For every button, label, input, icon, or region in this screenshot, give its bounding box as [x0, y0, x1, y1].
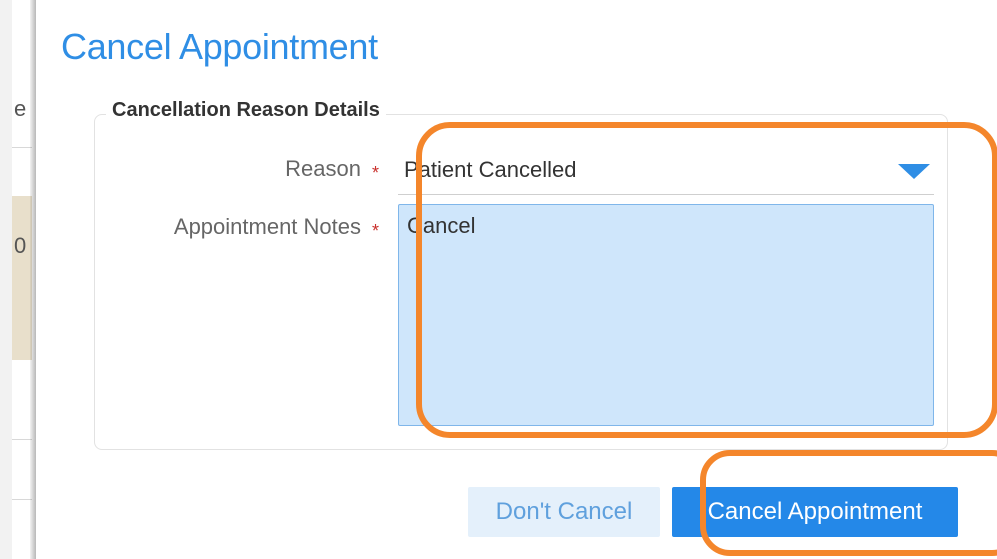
required-marker: *	[372, 163, 380, 183]
appointment-notes-textarea[interactable]: Cancel	[398, 204, 934, 426]
background-partial-text: 0	[14, 233, 27, 258]
appointment-notes-label: Appointment Notes	[173, 214, 361, 239]
background-edge	[0, 0, 12, 559]
cancel-appointment-modal: Cancel Appointment Cancellation Reason D…	[36, 0, 997, 559]
cancel-appointment-button[interactable]: Cancel Appointment	[672, 487, 958, 537]
background-row	[12, 440, 32, 500]
reason-select-value: Patient Cancelled	[404, 157, 577, 182]
background-row	[12, 360, 32, 440]
dont-cancel-button[interactable]: Don't Cancel	[468, 487, 660, 537]
background-partial-text: e	[14, 96, 27, 121]
background-row-highlighted	[12, 196, 32, 360]
modal-title: Cancel Appointment	[61, 26, 378, 67]
caret-down-icon[interactable]	[898, 164, 930, 179]
reason-label: Reason	[285, 156, 361, 181]
background-page: e 0	[0, 0, 36, 559]
reason-select[interactable]: Patient Cancelled	[398, 145, 934, 195]
fieldset-legend: Cancellation Reason Details	[106, 99, 386, 122]
required-marker: *	[372, 221, 380, 241]
